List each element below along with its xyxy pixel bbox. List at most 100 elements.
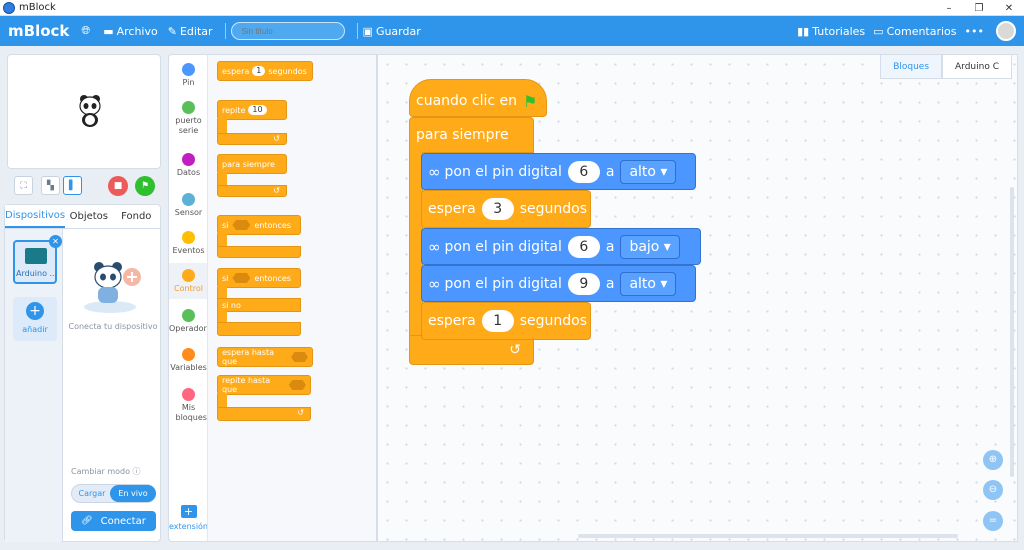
block-label: segundos xyxy=(519,313,588,329)
green-flag-button[interactable]: ⚑ xyxy=(135,176,155,196)
mode-label: Cambiar modo ⓘ xyxy=(71,466,141,477)
project-title-input[interactable] xyxy=(230,22,345,40)
seconds-input[interactable]: 1 xyxy=(481,310,514,332)
link-icon: 🔗︎ xyxy=(81,516,93,526)
pin-number-input[interactable]: 6 xyxy=(567,160,600,183)
fullscreen-button[interactable]: ⛶ xyxy=(14,176,33,195)
pin-number-input[interactable]: 6 xyxy=(567,235,600,258)
zoom-in-button[interactable]: ⊕ xyxy=(983,450,1003,470)
wait-seconds-block[interactable]: espera 3 segundos xyxy=(421,190,591,228)
category-my-blocks[interactable]: Mis bloques xyxy=(169,388,208,423)
dropdown-value: bajo xyxy=(629,238,660,255)
category-label: puerto serie xyxy=(175,116,202,135)
set-digital-pin-block[interactable]: ∞ pon el pin digital 6 a alto ▾ xyxy=(421,153,696,190)
condition-slot[interactable] xyxy=(232,220,251,230)
category-operators[interactable]: Operadores xyxy=(169,309,216,334)
block-label: segundos xyxy=(519,201,588,217)
small-stage-button[interactable]: ▚ xyxy=(41,176,60,195)
device-card-arduino[interactable]: Arduino ... ✕ xyxy=(13,235,62,284)
tab-sprites[interactable]: Objetos xyxy=(65,205,112,228)
palette-wait-until-block[interactable]: espera hasta que xyxy=(217,347,313,367)
large-stage-button[interactable]: ▌ xyxy=(63,176,82,195)
workspace-tabs: Bloques Arduino C xyxy=(880,55,1012,79)
category-dot-operators xyxy=(182,309,195,322)
pin-level-dropdown[interactable]: bajo ▾ xyxy=(620,234,680,259)
palette-if-else-block[interactable]: si entonces xyxy=(217,268,301,288)
seconds-input[interactable]: 3 xyxy=(481,198,514,220)
condition-slot[interactable] xyxy=(232,273,251,283)
palette-if-block[interactable]: si entonces xyxy=(217,215,301,235)
help-icon[interactable]: ⓘ xyxy=(133,467,141,476)
category-control[interactable]: Control xyxy=(169,263,208,299)
window-titlebar: mBlock – ❐ ✕ xyxy=(0,0,1024,16)
vertical-scrollbar[interactable] xyxy=(1010,187,1014,477)
palette-forever-block[interactable]: para siempre xyxy=(217,154,287,174)
block-label: pon el pin digital xyxy=(444,163,562,180)
set-digital-pin-block[interactable]: ∞ pon el pin digital 6 a bajo ▾ xyxy=(421,228,701,265)
comment-icon: ▭ xyxy=(873,24,884,38)
book-icon: ▮▮ xyxy=(797,24,810,38)
forever-block[interactable]: para siempre xyxy=(409,117,534,153)
more-menu-button[interactable]: ••• xyxy=(965,25,984,38)
script-workspace[interactable]: Bloques Arduino C cuando clic en ⚑ para … xyxy=(377,54,1018,542)
palette-repeat-block[interactable]: repite 10 xyxy=(217,100,287,120)
save-button[interactable]: ▣ Guardar xyxy=(363,25,421,38)
small-stage-icon: ▚ xyxy=(47,180,54,191)
block-number-input[interactable]: 1 xyxy=(252,66,266,76)
tab-blocks[interactable]: Bloques xyxy=(880,55,943,79)
comments-button[interactable]: ▭ Comentarios xyxy=(873,25,956,38)
mode-upload-option[interactable]: Cargar xyxy=(72,485,112,502)
zoom-out-button[interactable]: ⊖ xyxy=(983,480,1003,500)
connect-button[interactable]: 🔗︎ Conectar xyxy=(71,511,156,531)
remove-device-button[interactable]: ✕ xyxy=(49,235,62,248)
palette-wait-block[interactable]: espera 1 segundos xyxy=(217,61,313,81)
tab-background[interactable]: Fondo xyxy=(113,205,160,228)
block-number-input[interactable]: 10 xyxy=(248,105,267,115)
pin-number-input[interactable]: 9 xyxy=(567,272,600,295)
block-label: si xyxy=(222,220,229,230)
user-avatar[interactable] xyxy=(996,21,1016,41)
pin-level-dropdown[interactable]: alto ▾ xyxy=(620,271,677,296)
minimize-button[interactable]: – xyxy=(934,0,964,16)
block-label: espera xyxy=(428,201,476,217)
block-label: repite xyxy=(222,105,246,115)
zoom-reset-button[interactable]: = xyxy=(983,511,1003,531)
save-label: Guardar xyxy=(375,24,421,38)
mode-toggle[interactable]: Cargar En vivo xyxy=(71,484,156,503)
language-button[interactable]: 🌐︎ xyxy=(81,24,93,38)
palette-repeat-until-block[interactable]: repite hasta que xyxy=(217,375,311,395)
tab-devices[interactable]: Dispositivos xyxy=(5,205,66,228)
category-data[interactable]: Datos xyxy=(169,153,208,178)
extension-button[interactable]: + extensión xyxy=(169,505,208,531)
category-serial[interactable]: puerto serie xyxy=(169,101,208,136)
set-digital-pin-block[interactable]: ∞ pon el pin digital 9 a alto ▾ xyxy=(421,265,696,302)
stage-canvas[interactable] xyxy=(7,54,161,169)
category-variables[interactable]: Variables xyxy=(169,348,208,373)
stop-button[interactable]: ■ xyxy=(108,176,128,196)
file-menu[interactable]: ▬ Archivo xyxy=(103,25,158,38)
maximize-button[interactable]: ❐ xyxy=(964,0,994,16)
category-dot-control xyxy=(182,269,195,282)
category-events[interactable]: Eventos xyxy=(169,231,208,256)
tutorials-button[interactable]: ▮▮ Tutoriales xyxy=(797,25,865,38)
edit-menu[interactable]: ✎ Editar xyxy=(168,25,213,38)
tab-arduino-c[interactable]: Arduino C xyxy=(942,55,1012,79)
add-device-button[interactable]: + añadir xyxy=(13,297,57,341)
wait-seconds-block[interactable]: espera 1 segundos xyxy=(421,302,591,340)
pin-level-dropdown[interactable]: alto ▾ xyxy=(620,159,677,184)
category-label: Variables xyxy=(170,363,207,372)
category-pin[interactable]: Pin xyxy=(169,63,208,88)
close-window-button[interactable]: ✕ xyxy=(994,0,1024,16)
mblock-logo: mBlock xyxy=(8,22,70,40)
block-label: si xyxy=(222,273,229,283)
block-label: a xyxy=(605,163,615,180)
condition-slot[interactable] xyxy=(291,352,308,362)
mode-live-option[interactable]: En vivo xyxy=(110,485,156,502)
panda-sprite-icon[interactable] xyxy=(78,94,102,128)
file-menu-label: Archivo xyxy=(116,24,158,38)
horizontal-scrollbar[interactable] xyxy=(578,534,958,538)
category-sensor[interactable]: Sensor xyxy=(169,193,208,218)
condition-slot[interactable] xyxy=(288,380,306,390)
when-flag-clicked-block[interactable]: cuando clic en ⚑ xyxy=(409,79,547,117)
zoom-reset-icon: = xyxy=(988,515,998,526)
